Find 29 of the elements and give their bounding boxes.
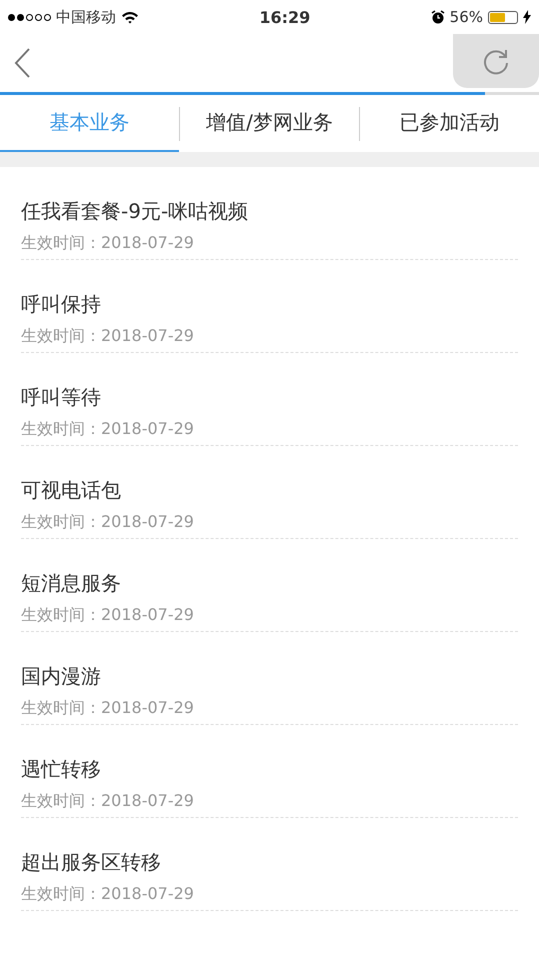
refresh-button[interactable] — [453, 34, 539, 88]
service-name: 呼叫保持 — [21, 292, 102, 316]
wifi-icon — [121, 10, 139, 24]
signal-icon — [8, 14, 51, 20]
service-name: 可视电话包 — [21, 478, 122, 502]
service-name: 呼叫等待 — [21, 385, 102, 409]
battery-icon — [488, 10, 518, 24]
service-name: 短消息服务 — [21, 571, 122, 595]
service-name: 遇忙转移 — [21, 757, 102, 781]
effective-date: 生效时间：2018-07-29 — [21, 884, 195, 904]
service-name: 任我看套餐-9元-咪咕视频 — [21, 199, 250, 223]
service-name: 超出服务区转移 — [21, 850, 162, 874]
battery-percent: 56% — [450, 8, 483, 26]
effective-date: 生效时间：2018-07-29 — [21, 512, 195, 532]
effective-date: 生效时间：2018-07-29 — [21, 605, 195, 625]
alarm-icon — [430, 10, 445, 24]
clock-time: 16:29 — [259, 8, 310, 26]
effective-date: 生效时间：2018-07-29 — [21, 326, 195, 346]
carrier-name: 中国移动 — [56, 8, 116, 26]
charging-icon — [523, 10, 531, 24]
effective-date: 生效时间：2018-07-29 — [21, 698, 195, 718]
tab[interactable]: 增值/梦网业务 — [180, 95, 359, 152]
refresh-icon — [482, 47, 510, 75]
effective-date: 生效时间：2018-07-29 — [21, 233, 195, 253]
back-icon[interactable] — [14, 48, 30, 78]
tab[interactable]: 已参加活动 — [360, 95, 539, 152]
service-name: 国内漫游 — [21, 664, 102, 688]
effective-date: 生效时间：2018-07-29 — [21, 791, 195, 811]
effective-date: 生效时间：2018-07-29 — [21, 419, 195, 439]
